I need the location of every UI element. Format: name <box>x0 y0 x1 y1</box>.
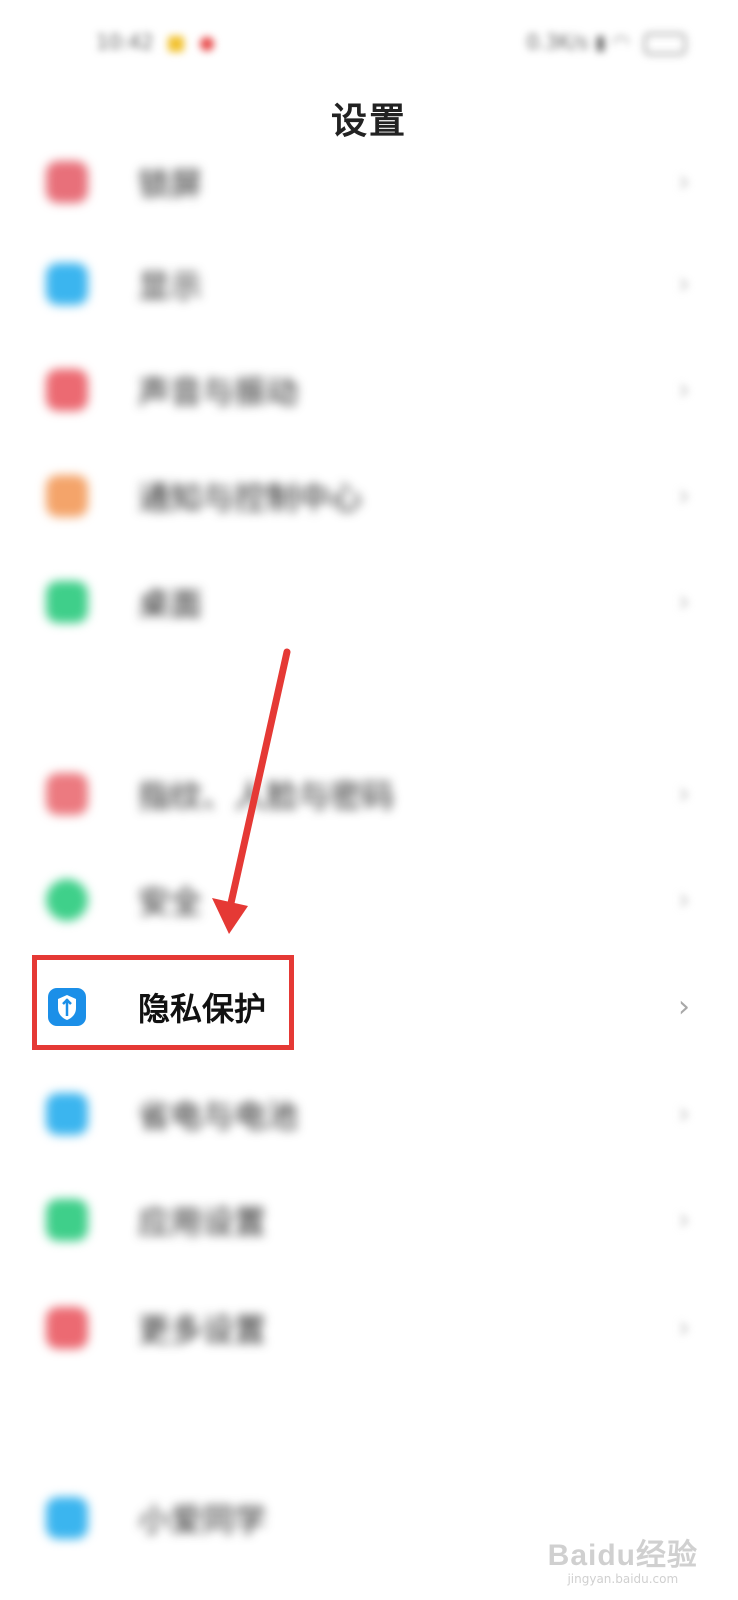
annotation-arrow <box>212 648 291 934</box>
watermark-sub: jingyan.baidu.com <box>567 1572 679 1586</box>
watermark: Baidu经验 jingyan.baidu.com <box>548 1530 698 1586</box>
watermark-main: Baidu经验 <box>547 1539 698 1572</box>
